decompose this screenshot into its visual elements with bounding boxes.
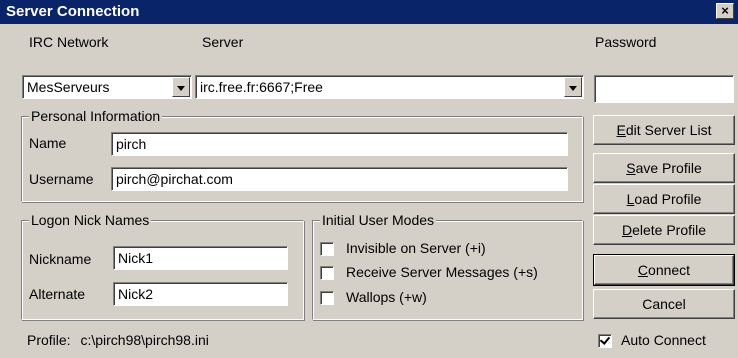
auto-connect-label: Auto Connect (621, 332, 706, 348)
server-dropdown-button[interactable] (564, 77, 582, 97)
save-profile-label: ave Profile (635, 160, 702, 176)
name-label: Name (29, 135, 67, 151)
close-button[interactable]: × (716, 3, 734, 19)
nickname-value: Nick1 (118, 250, 154, 266)
connect-button[interactable]: Connect (593, 254, 735, 286)
irc-network-value: MesServeurs (27, 79, 110, 95)
receive-server-messages-label: Receive Server Messages (+s) (346, 264, 538, 280)
profile-path: c:\pirch98\pirch98.ini (80, 332, 209, 348)
window-title: Server Connection (6, 3, 140, 20)
wallops-label: Wallops (+w) (346, 289, 427, 305)
close-icon: × (721, 3, 729, 18)
network-dropdown-button[interactable] (172, 77, 190, 97)
irc-network-select[interactable]: MesServeurs (22, 75, 192, 99)
irc-network-label: IRC Network (29, 34, 109, 50)
cancel-button[interactable]: Cancel (593, 289, 735, 319)
connect-label: onnect (648, 262, 691, 278)
profile-label: Profile: (27, 332, 71, 348)
username-label: Username (29, 171, 94, 187)
server-select[interactable]: irc.free.fr:6667;Free (195, 75, 584, 99)
initial-user-modes-title: Initial User Modes (320, 212, 437, 228)
cancel-label: Cancel (642, 296, 686, 312)
alternate-value: Nick2 (118, 286, 154, 302)
profile-info: Profile: c:\pirch98\pirch98.ini (27, 331, 209, 349)
load-profile-label: oad Profile (634, 191, 702, 207)
title-bar: Server Connection (0, 0, 738, 24)
password-field[interactable] (594, 75, 734, 103)
name-field[interactable]: pirch (111, 132, 568, 156)
save-profile-accel: S (626, 160, 636, 176)
auto-connect-checkbox[interactable] (598, 334, 612, 348)
invisible-label: Invisible on Server (+i) (346, 240, 486, 256)
username-value: pirch@pirchat.com (116, 171, 233, 187)
nickname-label: Nickname (29, 251, 92, 267)
name-value: pirch (116, 136, 147, 152)
logon-nick-names-title: Logon Nick Names (29, 212, 152, 228)
alternate-field[interactable]: Nick2 (113, 282, 288, 306)
load-profile-button[interactable]: Load Profile (593, 184, 735, 214)
edit-server-list-accel: E (616, 122, 626, 138)
edit-server-list-label: dit Server List (625, 122, 712, 138)
connect-accel: C (637, 262, 649, 278)
personal-information-title: Personal Information (29, 108, 163, 124)
server-value: irc.free.fr:6667;Free (200, 79, 323, 95)
alternate-label: Alternate (29, 286, 86, 302)
save-profile-button[interactable]: Save Profile (593, 153, 735, 183)
delete-profile-accel: D (621, 222, 633, 238)
wallops-checkbox[interactable] (320, 291, 334, 305)
password-label: Password (595, 34, 657, 50)
delete-profile-label: elete Profile (632, 222, 707, 238)
edit-server-list-button[interactable]: Edit Server List (593, 115, 735, 145)
receive-server-messages-checkbox[interactable] (320, 266, 334, 280)
server-label: Server (202, 34, 244, 50)
invisible-checkbox[interactable] (320, 242, 334, 256)
nickname-field[interactable]: Nick1 (113, 246, 288, 270)
delete-profile-button[interactable]: Delete Profile (593, 215, 735, 245)
username-field[interactable]: pirch@pirchat.com (111, 167, 568, 191)
